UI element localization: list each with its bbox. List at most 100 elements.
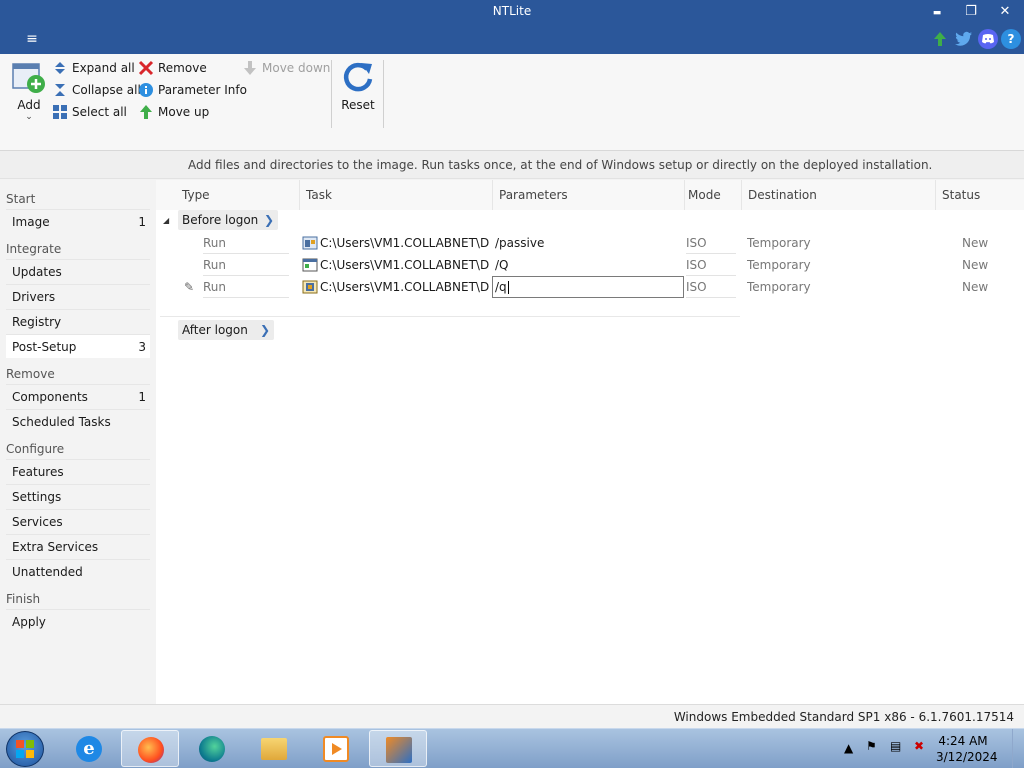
hamburger-menu-button[interactable]: ≡	[22, 30, 42, 48]
ribbon-separator	[331, 60, 332, 128]
reset-label: Reset	[341, 98, 375, 112]
restore-icon: ❐	[965, 4, 977, 19]
action-center-flag-icon[interactable]: ⚑	[866, 739, 877, 768]
title-bar: NTLite ▬ ❐ ✕	[0, 0, 1024, 24]
show-desktop-button[interactable]	[1012, 729, 1024, 768]
taskbar-internet-explorer[interactable]: e	[60, 730, 118, 767]
discord-button[interactable]	[978, 29, 998, 49]
sidebar-item-components[interactable]: Components 1	[6, 384, 150, 408]
collapse-triangle-icon[interactable]: ◢	[163, 216, 169, 225]
update-arrow-icon	[934, 32, 946, 46]
sidebar-item-services[interactable]: Services	[6, 509, 150, 533]
reset-button[interactable]: Reset	[338, 58, 378, 118]
move-up-button[interactable]: Move up	[138, 102, 209, 122]
chevron-right-icon: ❯	[259, 323, 270, 337]
sidebar-item-scheduled-tasks[interactable]: Scheduled Tasks	[6, 409, 150, 433]
minimize-icon: ▬	[932, 8, 942, 18]
edge-icon	[199, 736, 225, 762]
column-header-parameters[interactable]: Parameters	[493, 180, 685, 210]
help-icon: ?	[1007, 32, 1015, 46]
sidebar-item-extra-services[interactable]: Extra Services	[6, 534, 150, 558]
window-app-icon	[302, 258, 318, 272]
start-button[interactable]	[6, 731, 44, 767]
sidebar-item-apply[interactable]: Apply	[6, 609, 150, 633]
minimize-button[interactable]: ▬	[920, 0, 954, 24]
close-button[interactable]: ✕	[988, 0, 1022, 24]
sidebar-item-label: Drivers	[12, 290, 56, 304]
expand-all-button[interactable]: Expand all	[52, 58, 135, 78]
taskbar-file-explorer[interactable]	[245, 730, 303, 767]
cell-type: Run	[203, 254, 289, 276]
table-row[interactable]: Run C:\Users\VM1.COLLABNET\D... /passive…	[156, 232, 1024, 254]
sidebar-item-post-setup[interactable]: Post-Setup 3	[6, 334, 150, 358]
cell-parameters[interactable]: /Q	[495, 254, 681, 276]
cell-mode: ISO	[686, 254, 736, 276]
collapse-all-label: Collapse all	[72, 83, 141, 97]
sidebar-item-unattended[interactable]: Unattended	[6, 559, 150, 583]
setup-package-icon	[302, 280, 318, 294]
sidebar-item-label: Scheduled Tasks	[12, 415, 111, 429]
info-text: Add files and directories to the image. …	[188, 158, 933, 172]
taskbar-clock[interactable]: 4:24 AM 3/12/2024	[936, 733, 998, 765]
move-up-label: Move up	[158, 105, 210, 119]
sidebar-item-features[interactable]: Features	[6, 459, 150, 483]
ribbon-separator	[383, 60, 384, 128]
sidebar-item-image[interactable]: Image 1	[6, 209, 150, 233]
volume-muted-icon[interactable]: ✖	[914, 739, 924, 768]
column-header-task[interactable]: Task	[300, 180, 493, 210]
group-after-logon[interactable]: After logon ❯	[178, 320, 274, 340]
remove-label: Remove	[158, 61, 207, 75]
section-integrate: Integrate	[6, 242, 62, 256]
cell-destination: Temporary	[747, 280, 811, 294]
table-row[interactable]: Run C:\Users\VM1.COLLABNET\D... /Q ISO T…	[156, 254, 1024, 276]
collapse-all-button[interactable]: Collapse all	[52, 80, 141, 100]
installer-icon	[302, 236, 318, 250]
add-button[interactable]: Add ⌄	[8, 58, 50, 124]
twitter-button[interactable]	[954, 29, 974, 49]
cell-mode: ISO	[686, 276, 736, 298]
chevron-right-icon: ❯	[263, 213, 274, 227]
taskbar-edge[interactable]	[183, 730, 241, 767]
firefox-icon	[138, 737, 164, 763]
group-before-logon[interactable]: Before logon ❯	[178, 210, 278, 230]
select-all-label: Select all	[72, 105, 127, 119]
update-button[interactable]	[930, 29, 950, 49]
arrow-down-icon	[244, 61, 256, 75]
help-button[interactable]: ?	[1001, 29, 1021, 49]
group-label: After logon	[182, 323, 248, 337]
taskbar-firefox[interactable]	[121, 730, 179, 767]
column-header-type[interactable]: Type	[176, 180, 300, 210]
taskbar-ntlite[interactable]	[369, 730, 427, 767]
text-caret	[507, 281, 509, 294]
restore-button[interactable]: ❐	[954, 0, 988, 24]
count-badge: 1	[138, 215, 146, 229]
sidebar-item-settings[interactable]: Settings	[6, 484, 150, 508]
column-header-destination[interactable]: Destination	[742, 180, 936, 210]
sidebar-item-updates[interactable]: Updates	[6, 259, 150, 283]
info-icon	[139, 83, 153, 97]
select-all-button[interactable]: Select all	[52, 102, 127, 122]
chevron-down-icon: ⌄	[25, 112, 33, 122]
network-icon[interactable]: ▤	[890, 739, 901, 768]
group-divider	[160, 316, 740, 317]
sidebar-item-registry[interactable]: Registry	[6, 309, 150, 333]
parameters-edit-input[interactable]: /q	[492, 276, 684, 298]
section-configure: Configure	[6, 442, 65, 456]
sidebar-item-label: Components	[12, 390, 88, 404]
taskbar-media-player[interactable]	[307, 730, 365, 767]
move-down-button[interactable]: Move down	[242, 58, 330, 78]
cell-type: Run	[203, 276, 289, 298]
parameter-info-button[interactable]: Parameter Info	[138, 80, 247, 100]
cell-parameters[interactable]: /passive	[495, 232, 681, 254]
table-row[interactable]: ✎ Run C:\Users\VM1.COLLABNET\D... /q ISO…	[156, 276, 1024, 298]
sidebar-item-drivers[interactable]: Drivers	[6, 284, 150, 308]
cell-type: Run	[203, 232, 289, 254]
column-header-status[interactable]: Status	[936, 180, 1018, 210]
remove-button[interactable]: Remove	[138, 58, 207, 78]
table-header: Type Task Parameters Mode Destination St…	[156, 180, 1024, 210]
section-remove: Remove	[6, 367, 55, 381]
show-hidden-icons-button[interactable]: ▲	[844, 741, 853, 768]
twitter-icon	[955, 31, 972, 46]
ribbon-toolbar: Add ⌄ Expand all Collapse all Select all…	[0, 54, 1024, 151]
column-header-mode[interactable]: Mode	[682, 180, 742, 210]
